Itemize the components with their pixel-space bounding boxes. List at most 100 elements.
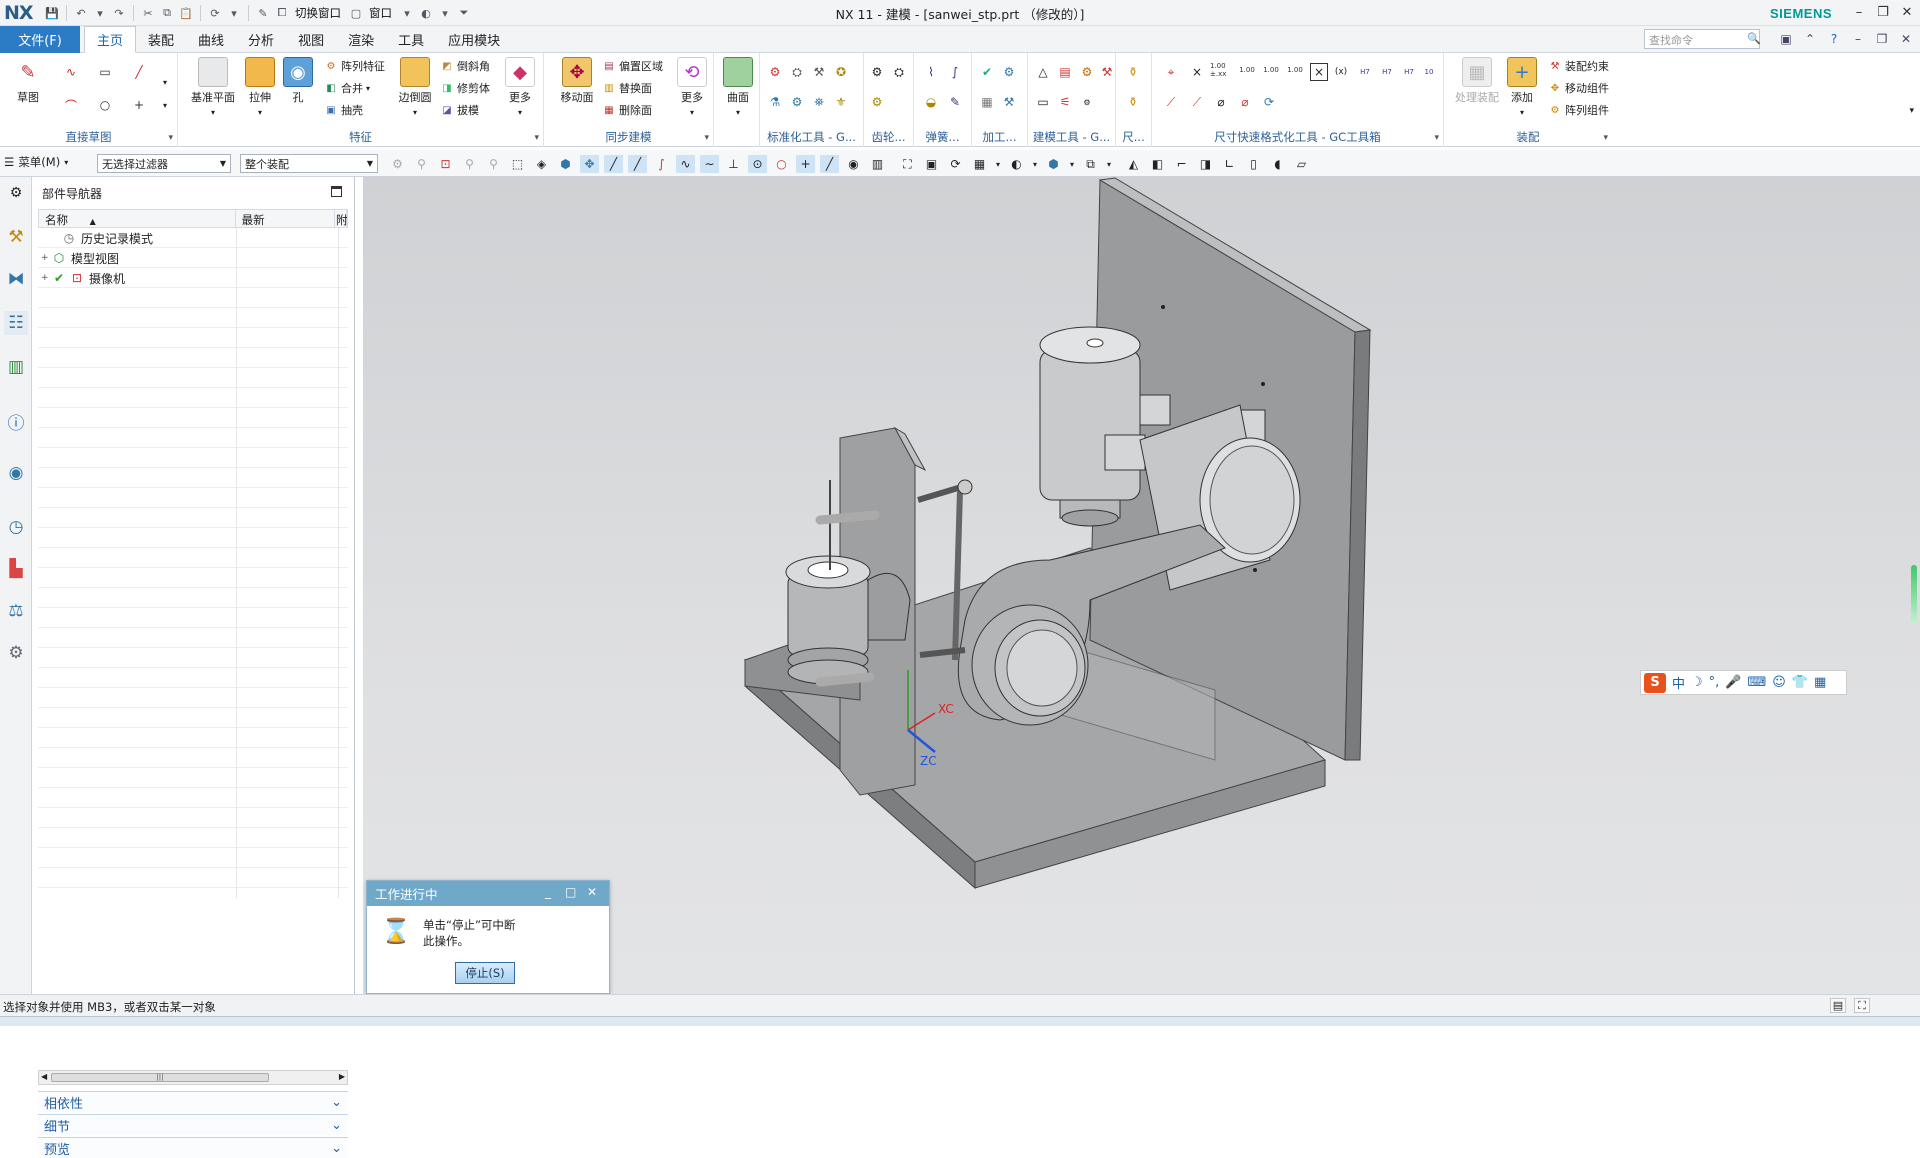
shape-1-icon[interactable]: ◧ [1148, 155, 1167, 173]
machining-tool-4-icon[interactable]: ⚒ [1000, 93, 1018, 111]
dim-tool-icon[interactable]: ⌖ [1162, 63, 1180, 81]
shape-6-icon[interactable]: ◖ [1268, 155, 1287, 173]
window-icon[interactable]: ▢ [348, 5, 364, 21]
microphone-icon[interactable]: 🎤 [1725, 675, 1741, 690]
box-x-icon[interactable]: × [1310, 63, 1328, 81]
graphics-window[interactable]: XC ZC [363, 177, 1920, 994]
snap-face-icon[interactable]: ◉ [844, 155, 863, 173]
window-dropdown-icon[interactable]: ▾ [399, 5, 415, 21]
column-extra[interactable]: 附 [335, 210, 348, 227]
arc-icon[interactable]: ⌒ [62, 96, 80, 114]
build-tool-6-icon[interactable]: ⚟ [1056, 93, 1074, 111]
viewport-scroll-indicator[interactable] [1911, 565, 1917, 625]
extrude-button[interactable]: 拉伸 ▾ [240, 57, 280, 118]
snap-quadrant-icon[interactable]: ○ [772, 155, 791, 173]
h7-tol-3-icon[interactable]: H7 [1400, 63, 1418, 81]
build-tool-3-icon[interactable]: ⚙ [1078, 63, 1096, 81]
snap-curve-icon[interactable]: ∫ [652, 155, 671, 173]
component-icon[interactable]: ⬢ [556, 155, 575, 173]
expand-icon[interactable]: + [41, 273, 51, 283]
search-icon[interactable]: 🔍 [1747, 32, 1761, 45]
dim-tool-misc-icon[interactable]: ⟳ [1260, 93, 1278, 111]
type-filter-select[interactable]: 无选择过滤器 ▼ [97, 154, 231, 173]
status-view-icon[interactable]: ▤ [1830, 998, 1846, 1013]
group-chevron-icon[interactable]: ▾ [704, 133, 709, 143]
std-tool-1-icon[interactable]: ⚙ [766, 63, 784, 81]
ime-mode-label[interactable]: 中 [1672, 673, 1685, 692]
redo-icon[interactable]: ↷ [111, 5, 127, 21]
group-chevron-icon[interactable]: ▾ [168, 133, 173, 143]
shape-5-icon[interactable]: ▯ [1244, 155, 1263, 173]
tree-row-history-mode[interactable]: ◷ 历史记录模式 [38, 228, 236, 248]
assembly-navigator-icon[interactable]: ⚒ [4, 225, 28, 249]
tab-render[interactable]: 渲染 [336, 26, 386, 53]
tab-view[interactable]: 视图 [286, 26, 336, 53]
file-menu-button[interactable]: 文件(F) [0, 26, 80, 53]
column-latest[interactable]: 最新 [236, 210, 335, 227]
doc-restore-icon[interactable]: ❐ [1874, 30, 1890, 48]
shape-2-icon[interactable]: ⌐ [1172, 155, 1191, 173]
tol-format-1-icon[interactable]: 1.00 ±.xx [1210, 61, 1234, 79]
scroll-thumb[interactable]: ||| [51, 1073, 269, 1082]
delete-face-button[interactable]: ▦ 删除面 [602, 101, 652, 119]
dim-slant-2-icon[interactable]: ⟋ [1188, 93, 1206, 111]
view-rotate-icon[interactable]: ⟳ [946, 155, 965, 173]
skin-icon[interactable]: 👕 [1792, 675, 1808, 690]
machining-tool-icon[interactable]: ✔ [978, 63, 996, 81]
replace-face-button[interactable]: ▥ 替换面 [602, 79, 652, 97]
column-name[interactable]: 名称 ▲ [39, 210, 236, 227]
circle-icon[interactable]: ○ [96, 96, 114, 114]
menu-button[interactable]: ☰ 菜单(M) ▾ [4, 154, 68, 170]
section-details[interactable]: 细节 ⌄ [38, 1114, 348, 1135]
snap-tangent-icon[interactable]: ⊥ [724, 155, 743, 173]
snap-intersection-icon[interactable]: + [796, 155, 815, 173]
solid-body-icon[interactable]: ◈ [532, 155, 551, 173]
profile-icon[interactable]: ∿ [62, 63, 80, 81]
h7-tol-1-icon[interactable]: H7 [1356, 63, 1374, 81]
dialog-minimize-icon[interactable]: _ [545, 885, 551, 899]
move-component-button[interactable]: ✥ 移动组件 [1548, 79, 1609, 97]
roles-icon[interactable]: ⚙ [4, 641, 28, 665]
help-icon[interactable]: ? [1826, 30, 1842, 48]
toolbox-icon[interactable]: ▦ [1814, 675, 1826, 690]
paste-icon[interactable]: 📋 [178, 5, 194, 21]
snap-spline-icon[interactable]: ∿ [676, 155, 695, 173]
doc-minimize-icon[interactable]: – [1850, 30, 1866, 48]
scroll-left-icon[interactable]: ◀ [41, 1072, 47, 1081]
system-materials-icon[interactable]: ⚖ [4, 599, 28, 623]
diameter-2-icon[interactable]: ⌀ [1236, 93, 1254, 111]
tol-format-3-icon[interactable]: 1.00 [1260, 61, 1282, 79]
render-dropdown-icon[interactable]: ▾ [437, 5, 453, 21]
spring-tool-3-icon[interactable]: ◒ [922, 93, 940, 111]
render-mode-dropdown-icon[interactable]: ▾ [1031, 155, 1039, 173]
touch-mode-icon[interactable]: ✎ [255, 5, 271, 21]
tree-row-model-views[interactable]: + ⬡ 模型视图 [38, 248, 236, 268]
spring-tool-2-icon[interactable]: ∫ [946, 63, 964, 81]
offset-region-button[interactable]: ▤ 偏置区域 [602, 57, 663, 75]
machining-tool-2-icon[interactable]: ⚙ [1000, 63, 1018, 81]
status-fullscreen-icon[interactable]: ⛶ [1854, 998, 1870, 1013]
horizontal-scrollbar[interactable]: ◀ ||| ▶ [38, 1070, 348, 1085]
cut-icon[interactable]: ✂ [140, 5, 156, 21]
edge-blend-button[interactable]: 边倒圆 ▾ [392, 57, 438, 118]
tab-applications[interactable]: 应用模块 [436, 26, 512, 53]
tab-tools[interactable]: 工具 [386, 26, 436, 53]
misc-tool-icon[interactable]: ⚱ [1124, 63, 1142, 81]
tol-format-2-icon[interactable]: 1.00 [1236, 61, 1258, 79]
save-icon[interactable]: 💾 [44, 5, 60, 21]
section-dependencies[interactable]: 相依性 ⌄ [38, 1091, 348, 1112]
constraint-navigator-icon[interactable]: ⧓ [4, 267, 28, 291]
view-cube-icon[interactable]: ⬢ [1044, 155, 1063, 173]
assembly-constraint-button[interactable]: ⚒ 装配约束 [1548, 57, 1609, 75]
customize-qa-icon[interactable]: ⏷ [456, 5, 472, 21]
gear-tool-3-icon[interactable]: ⚙ [868, 93, 886, 111]
snap-point-icon[interactable]: ╱ [820, 155, 839, 173]
undo-dropdown-icon[interactable]: ▾ [92, 5, 108, 21]
machining-tool-3-icon[interactable]: ▦ [978, 93, 996, 111]
std-tool-2-icon[interactable]: ⛭ [788, 63, 806, 81]
dialog-maximize-icon[interactable]: □ [565, 885, 576, 899]
std-tool-5-icon[interactable]: ⚗ [766, 93, 784, 111]
view-orient-icon[interactable]: ▦ [970, 155, 989, 173]
feature-more-button[interactable]: ◆ 更多 ▾ [500, 57, 540, 118]
std-tool-6-icon[interactable]: ⚙ [788, 93, 806, 111]
